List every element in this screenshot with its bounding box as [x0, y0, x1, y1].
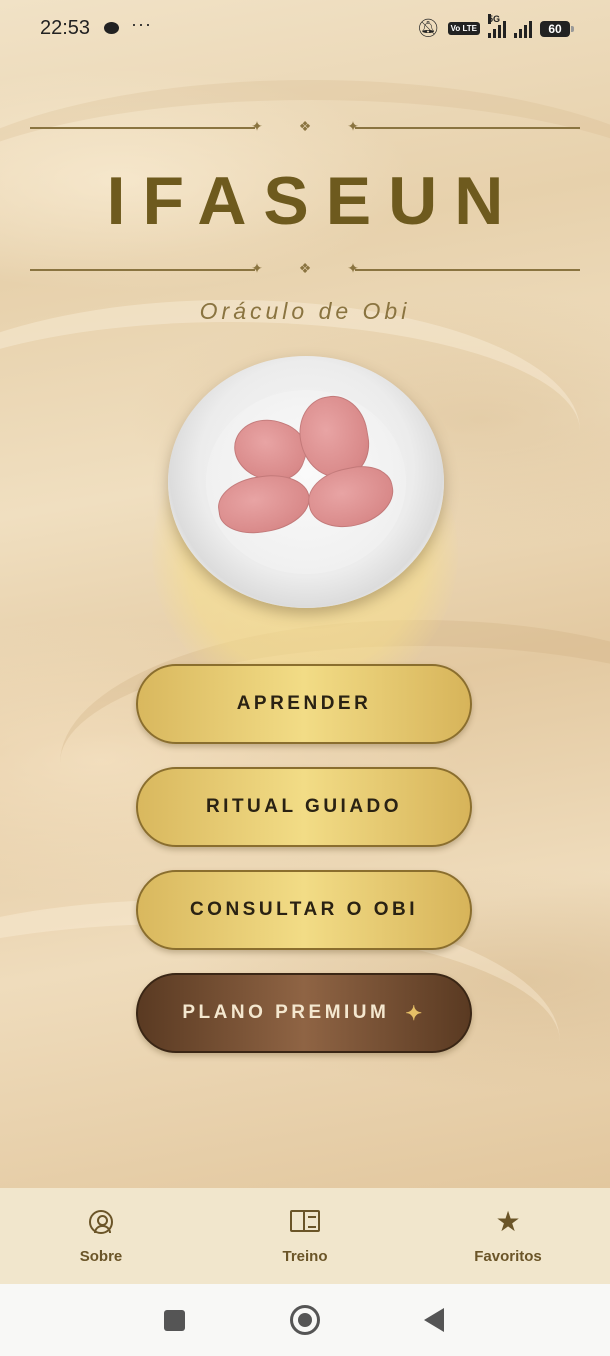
ritual-guiado-button[interactable]: RITUAL GUIADO: [136, 767, 472, 847]
app-title: IFASEUN: [106, 163, 521, 239]
nav-label-sobre: Sobre: [79, 1248, 123, 1265]
status-bar: 22:53 ··· 🔕︎ Vo LTE 5G 60: [0, 0, 610, 58]
chat-notification-icon: [104, 22, 119, 34]
ornament-glyphs: ✦ ❖ ✦: [251, 260, 375, 276]
nav-label-favoritos: Favoritos: [474, 1248, 542, 1265]
nav-item-favoritos[interactable]: ★ Favoritos: [438, 1188, 578, 1284]
back-button[interactable]: [424, 1308, 444, 1332]
sparkle-icon: ✦: [405, 1002, 426, 1025]
aprender-button[interactable]: APRENDER: [136, 664, 472, 744]
obi-plate-image: [168, 356, 444, 608]
ornament-glyphs: ✦ ❖ ✦: [251, 118, 375, 134]
more-notifications-icon: ···: [131, 14, 152, 34]
consultar-obi-button-label: CONSULTAR O OBI: [189, 899, 419, 920]
network-type-label: 5G: [488, 13, 501, 24]
nav-label-treino: Treino: [282, 1248, 328, 1265]
nav-item-sobre[interactable]: Sobre: [31, 1188, 171, 1284]
signal-5g-icon: 5G: [488, 13, 506, 38]
nav-item-treino[interactable]: Treino: [235, 1188, 375, 1284]
signal-icon: [514, 20, 532, 38]
book-icon: [290, 1210, 320, 1232]
person-icon: [89, 1210, 113, 1234]
status-time: 22:53: [40, 17, 91, 39]
battery-icon: 60: [540, 20, 574, 37]
ritual-guiado-button-label: RITUAL GUIADO: [205, 796, 403, 817]
star-icon: ★: [495, 1206, 521, 1237]
bottom-navigation: Sobre Treino ★ Favoritos: [0, 1188, 610, 1284]
volte-badge: Vo LTE: [447, 22, 480, 35]
status-icons: 🔕︎ Vo LTE 5G 60: [416, 13, 574, 39]
home-button[interactable]: [290, 1305, 320, 1335]
recent-apps-button[interactable]: [164, 1310, 185, 1331]
consultar-obi-button[interactable]: CONSULTAR O OBI: [136, 870, 472, 950]
top-ornament-divider: ✦ ❖ ✦: [30, 118, 580, 138]
plano-premium-button-label: PLANO PREMIUM: [182, 1002, 390, 1023]
plano-premium-button[interactable]: PLANO PREMIUM ✦: [136, 973, 472, 1053]
bell-off-icon: 🔕︎: [416, 18, 440, 38]
system-navigation-bar: [0, 1284, 610, 1356]
bottom-ornament-divider: ✦ ❖ ✦: [30, 260, 580, 280]
aprender-button-label: APRENDER: [236, 693, 372, 714]
app-subtitle: Oráculo de Obi: [199, 298, 411, 324]
